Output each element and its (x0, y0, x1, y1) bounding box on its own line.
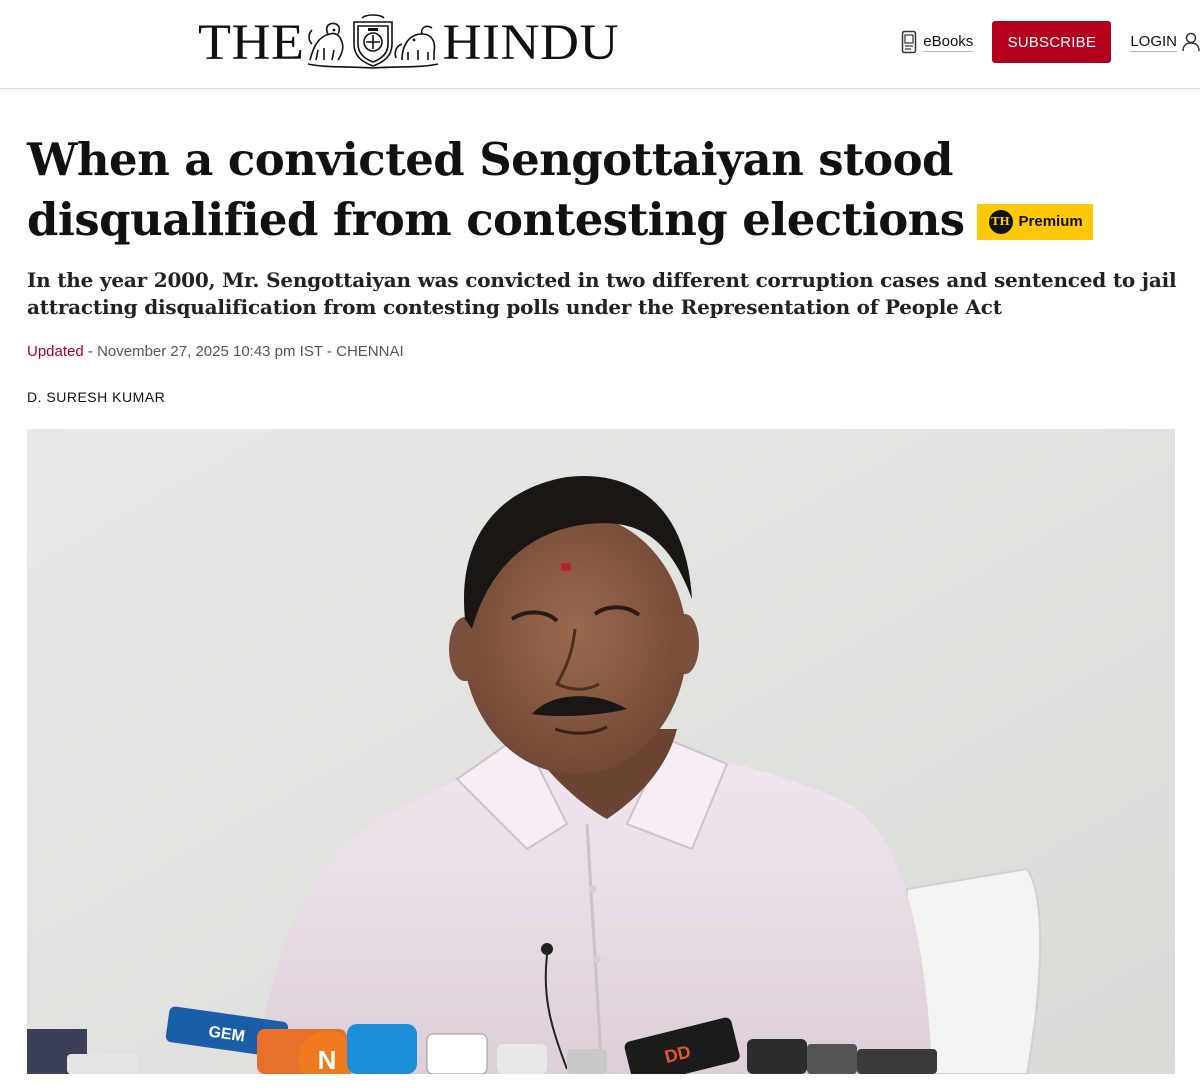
mic-n-label: N (318, 1045, 337, 1074)
lead-photo-image: GEM N DD (27, 429, 1175, 1074)
ebooks-label: eBooks (923, 32, 974, 52)
headline-text: When a convicted Sengottaiyan stood disq… (27, 133, 965, 246)
premium-label: Premium (1018, 213, 1083, 230)
login-label: LOGIN (1130, 32, 1177, 52)
user-icon (1182, 32, 1200, 52)
masthead-logo[interactable]: THE HINDU (198, 14, 619, 70)
lead-photo[interactable]: GEM N DD (27, 429, 1175, 1074)
updated-label: Updated (27, 343, 84, 360)
masthead-hindu: HINDU (442, 13, 619, 71)
header-actions: eBooks SUBSCRIBE LOGIN (901, 21, 1200, 63)
dateline-separator-2: - (322, 343, 337, 360)
standfirst: In the year 2000, Mr. Sengottaiyan was c… (27, 268, 1177, 319)
publish-datetime: November 27, 2025 10:43 pm IST (97, 343, 323, 360)
dateline-separator: - (83, 343, 98, 360)
ebooks-link[interactable]: eBooks (901, 30, 974, 54)
th-logo-icon: TH (988, 210, 1013, 234)
subscribe-button[interactable]: SUBSCRIBE (992, 21, 1112, 63)
dateline-location: CHENNAI (336, 343, 404, 360)
masthead-emblem-icon (308, 14, 439, 69)
premium-badge[interactable]: TH Premium (976, 204, 1093, 240)
author-byline[interactable]: D. SURESH KUMAR (27, 389, 165, 405)
headline: When a convicted Sengottaiyan stood disq… (27, 130, 1177, 250)
dateline: Updated - November 27, 2025 10:43 pm IST… (27, 343, 404, 360)
book-icon (902, 30, 917, 54)
site-header: THE HINDU eBooks SUBSCRIBE LOGIN (0, 0, 1200, 89)
masthead-the: THE (198, 13, 305, 71)
login-link[interactable]: LOGIN (1130, 32, 1200, 52)
article: When a convicted Sengottaiyan stood disq… (27, 130, 1177, 405)
